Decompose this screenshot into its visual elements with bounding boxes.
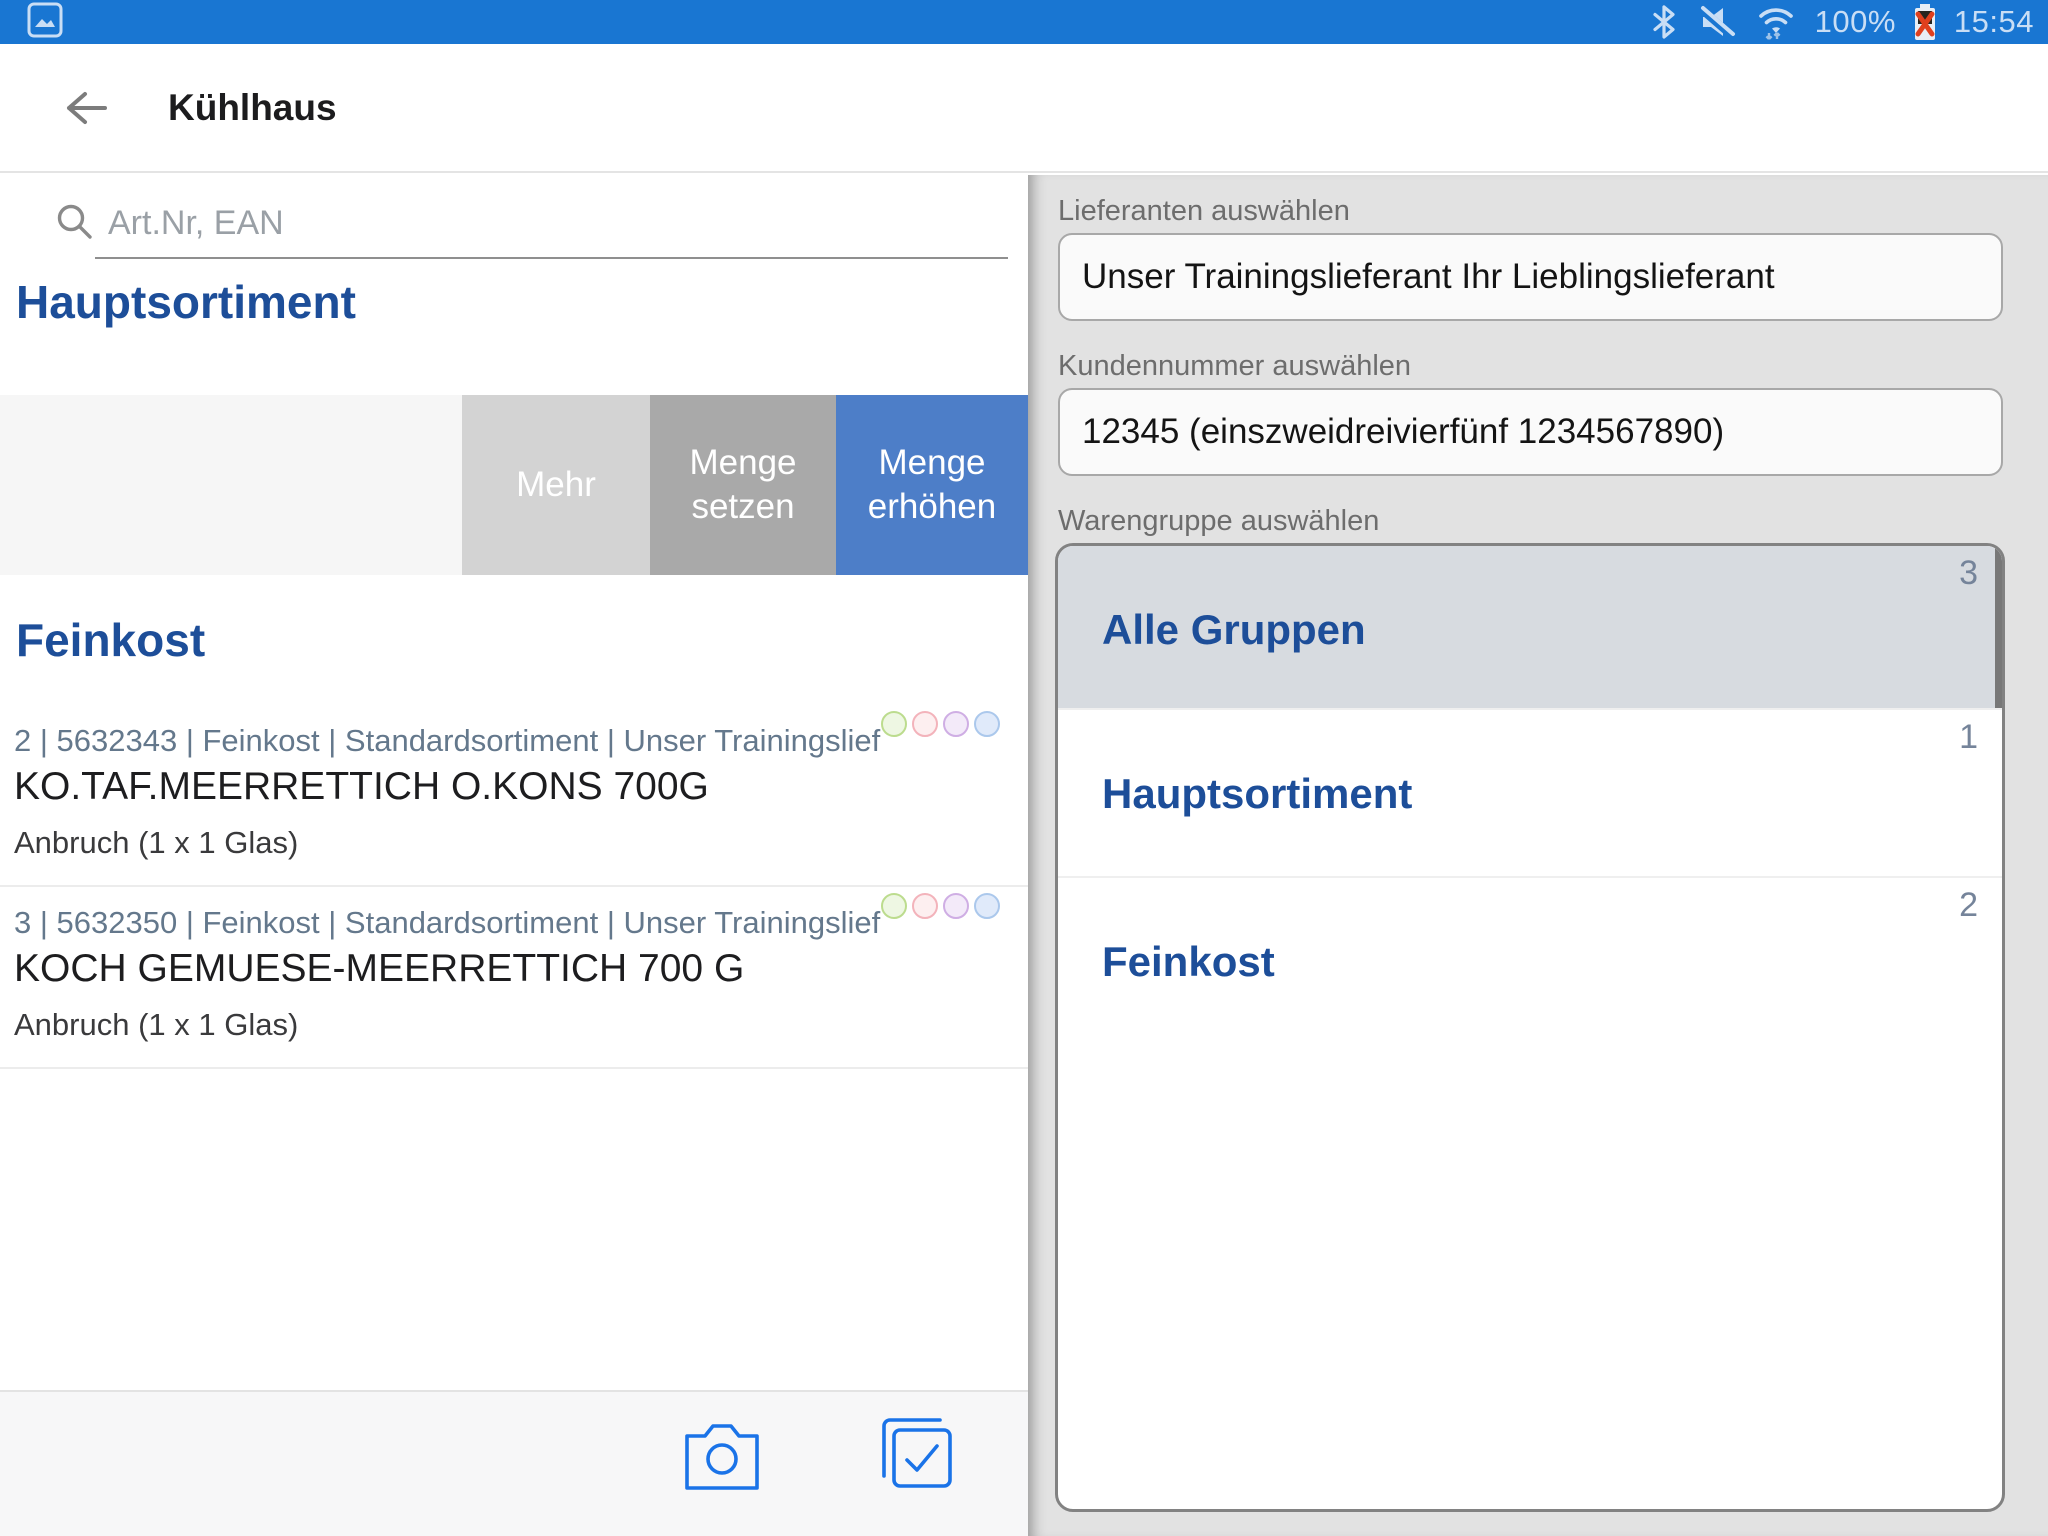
- status-dot-green-icon: [881, 711, 907, 737]
- group-count: 3: [1959, 554, 1978, 593]
- battery-percent-text: 100%: [1815, 4, 1896, 40]
- supplier-label: Lieferanten auswählen: [1058, 195, 1350, 228]
- product-meta: 3 | 5632350 | Feinkost | Standardsortime…: [14, 905, 884, 941]
- group-name: Hauptsortiment: [1102, 770, 1412, 818]
- set-quantity-button[interactable]: Menge setzen: [650, 395, 836, 575]
- multi-select-button[interactable]: [874, 1412, 956, 1499]
- battery-alert-icon: [1912, 2, 1938, 42]
- product-title: KOCH GEMUESE-MEERRETTICH 700 G: [14, 947, 744, 991]
- section-heading-hauptsortiment: Hauptsortiment: [16, 275, 356, 329]
- status-bar: 100% 15:54: [0, 0, 2048, 44]
- product-group-label: Warengruppe auswählen: [1058, 505, 1379, 538]
- group-count: 2: [1959, 886, 1978, 925]
- product-row-2[interactable]: 3 | 5632350 | Feinkost | Standardsortime…: [0, 887, 1028, 1069]
- list-scrollbar[interactable]: [1995, 546, 2002, 708]
- section-heading-feinkost: Feinkost: [16, 613, 205, 667]
- product-group-list: 3 Alle Gruppen 1 Hauptsortiment 2 Feinko…: [1055, 543, 2005, 1512]
- back-button[interactable]: [58, 80, 114, 136]
- screenshot-thumbnail-icon: [26, 1, 64, 44]
- product-subtitle: Anbruch (1 x 1 Glas): [14, 1007, 298, 1043]
- more-button[interactable]: Mehr: [462, 395, 650, 575]
- app-header: Kühlhaus: [0, 44, 2048, 173]
- supplier-value: Unser Trainingslieferant Ihr Lieblingsli…: [1082, 257, 1775, 297]
- group-name: Feinkost: [1102, 938, 1275, 986]
- status-dot-blue-icon: [974, 893, 1000, 919]
- status-dot-pink-icon: [912, 893, 938, 919]
- camera-button[interactable]: [683, 1418, 761, 1497]
- camera-icon: [683, 1418, 761, 1492]
- swipe-action-row: Mehr Menge setzen Menge erhöhen: [0, 395, 1028, 575]
- app-root: 100% 15:54 Kühlhaus: [0, 0, 2048, 1536]
- group-name: Alle Gruppen: [1102, 606, 1366, 654]
- status-dot-blue-icon: [974, 711, 1000, 737]
- group-item-feinkost[interactable]: 2 Feinkost: [1058, 876, 2002, 1044]
- status-dot-purple-icon: [943, 711, 969, 737]
- search-input[interactable]: [108, 195, 988, 251]
- article-list-panel: Hauptsortiment Mehr Menge setzen Menge e…: [0, 175, 1028, 1536]
- search-underline: [95, 257, 1008, 259]
- status-dot-green-icon: [881, 893, 907, 919]
- status-dot-pink-icon: [912, 711, 938, 737]
- page-title: Kühlhaus: [168, 87, 337, 129]
- customer-number-select[interactable]: 12345 (einszweidreivierfünf 1234567890): [1058, 388, 2003, 476]
- product-meta: 2 | 5632343 | Feinkost | Standardsortime…: [14, 723, 884, 759]
- group-count: 1: [1959, 718, 1978, 757]
- increase-quantity-button[interactable]: Menge erhöhen: [836, 395, 1028, 575]
- footer-action-bar: [0, 1390, 1028, 1536]
- multi-select-check-icon: [874, 1412, 956, 1494]
- search-icon: [52, 199, 96, 248]
- group-item-alle-gruppen[interactable]: 3 Alle Gruppen: [1058, 546, 2002, 708]
- supplier-select[interactable]: Unser Trainingslieferant Ihr Lieblingsli…: [1058, 233, 2003, 321]
- status-dot-purple-icon: [943, 893, 969, 919]
- bluetooth-icon: [1649, 3, 1679, 41]
- clock-text: 15:54: [1954, 4, 2034, 40]
- volume-muted-icon: [1695, 3, 1737, 41]
- customer-number-label: Kundennummer auswählen: [1058, 350, 1411, 383]
- product-subtitle: Anbruch (1 x 1 Glas): [14, 825, 298, 861]
- arrow-left-icon: [63, 88, 109, 128]
- product-title: KO.TAF.MEERRETTICH O.KONS 700G: [14, 765, 709, 809]
- customer-number-value: 12345 (einszweidreivierfünf 1234567890): [1082, 412, 1724, 452]
- status-dot-row: [881, 893, 1000, 919]
- group-item-hauptsortiment[interactable]: 1 Hauptsortiment: [1058, 708, 2002, 876]
- product-row-1[interactable]: 2 | 5632343 | Feinkost | Standardsortime…: [0, 705, 1028, 887]
- main-content: Hauptsortiment Mehr Menge setzen Menge e…: [0, 175, 2048, 1536]
- wifi-icon: [1753, 2, 1799, 42]
- filter-panel: Lieferanten auswählen Unser Trainingslie…: [1028, 175, 2048, 1536]
- status-dot-row: [881, 711, 1000, 737]
